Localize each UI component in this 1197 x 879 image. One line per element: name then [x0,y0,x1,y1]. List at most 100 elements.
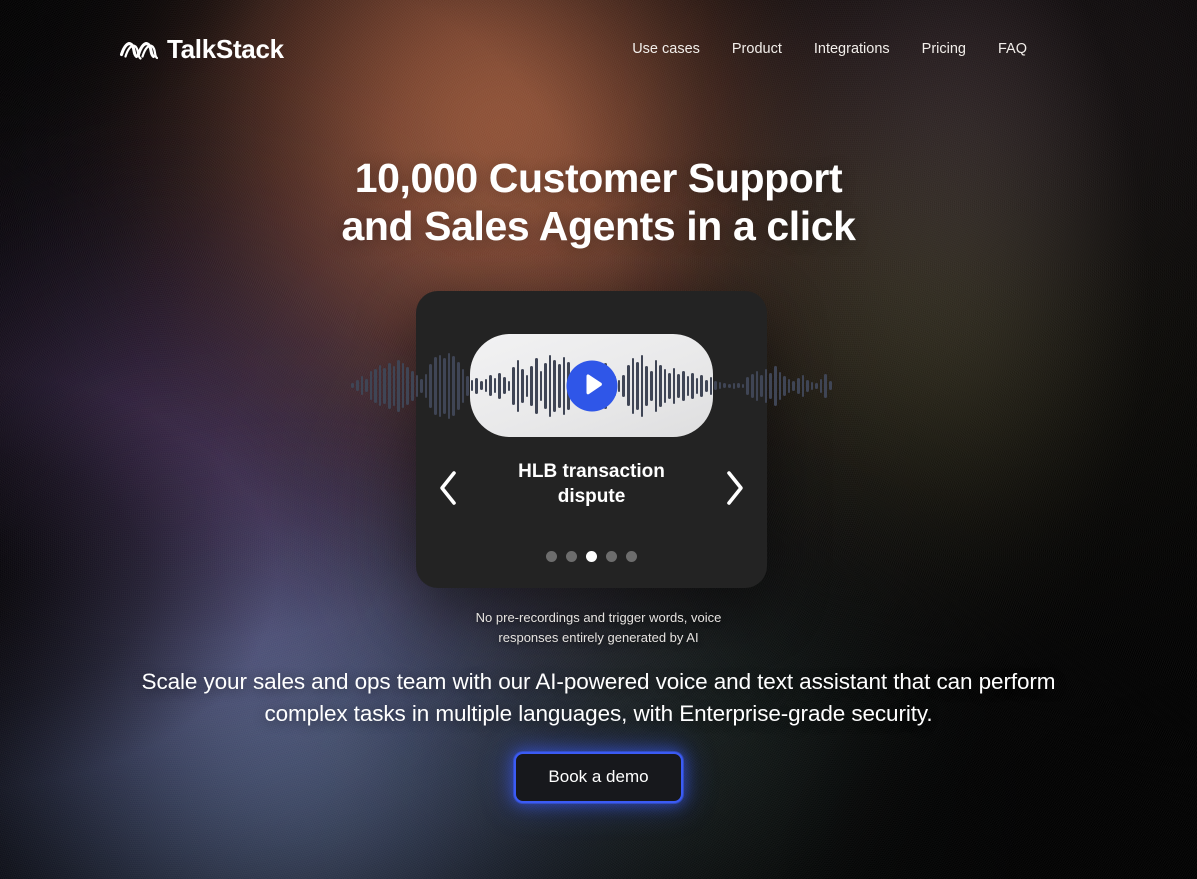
waveform-bar [493,378,497,393]
audio-card-caption-line-2: responses entirely generated by AI [498,629,699,645]
play-button[interactable] [566,360,617,411]
waveform-bar [709,376,713,395]
waveform-bar [695,377,699,394]
waveform-bar [773,365,777,406]
waveform-bar [535,357,538,414]
main-nav: Use cases Product Integrations Pricing F… [632,41,1027,57]
play-icon [580,373,603,398]
waveform-bar [631,357,635,414]
nav-item-use-cases[interactable]: Use cases [632,41,700,57]
waveform-bar [512,366,515,405]
waveform-bar [429,363,433,408]
waveform-bar [355,380,359,391]
audio-sample-title-line-1: HLB transaction [518,461,665,482]
waveform-bar [723,383,727,388]
waveform-bar [553,359,557,412]
waveform-bar [764,368,768,403]
waveform-bar [760,374,763,397]
waveform-bar [411,370,414,401]
double-wave-logo-icon [120,38,158,62]
waveform-bar [525,374,529,397]
waveform-bar [728,383,731,388]
waveform-bar [640,354,644,417]
waveform-bar [378,365,382,406]
carousel-prev-button[interactable] [431,467,465,511]
waveform-bar [484,379,488,392]
waveform-bar [383,367,387,404]
waveform-bar [741,383,745,388]
waveform-bar [489,375,492,396]
book-demo-button[interactable]: Book a demo [514,752,683,803]
waveform-bar [626,365,630,406]
hero-title-line-2: and Sales Agents in a click [341,202,856,249]
waveform-bar [466,375,469,396]
waveform-bar [645,365,648,406]
waveform-bar [746,376,749,395]
brand-name: TalkStack [167,34,284,64]
waveform-bar [392,365,396,406]
waveform-bar [718,382,722,389]
carousel-next-button[interactable] [718,467,752,511]
waveform-bar [507,380,511,391]
waveform-bar [769,372,772,399]
hero-title-line-1: 10,000 Customer Support [354,155,843,201]
waveform-bar [434,356,437,415]
carousel-dot[interactable] [626,551,637,562]
carousel-dot[interactable] [606,551,617,562]
carousel-pagination-dots [416,551,767,562]
hero-subtitle: Scale your sales and ops team with our A… [134,666,1064,730]
waveform-bar [406,366,410,405]
waveform-bar [452,355,455,416]
audio-card-caption-line-1: No pre-recordings and trigger words, voi… [475,610,722,625]
waveform-bar [443,357,446,414]
waveform-bar [750,373,754,398]
audio-sample-title: HLB transaction dispute [474,459,709,509]
hero-subtitle-line-1: Scale your sales and ops team with our A… [141,669,973,694]
waveform-bar [622,374,625,397]
waveform-bar [783,375,786,396]
waveform-bar [539,370,543,401]
waveform-bar [548,354,552,417]
waveform-bar [365,379,368,392]
waveform-bar [374,368,377,403]
waveform-bar [778,371,782,400]
brand-logo-link[interactable]: TalkStack [120,34,284,65]
waveform-bar [401,363,405,408]
waveform-bar [360,376,364,395]
waveform-bar [686,375,690,396]
waveform-bar [470,380,474,391]
waveform-bar [700,374,704,397]
nav-item-product[interactable]: Product [732,41,782,57]
waveform-bar [475,377,478,394]
waveform-bar [544,362,547,409]
carousel-dot-active[interactable] [586,551,597,562]
waveform-bar [351,383,354,388]
nav-item-faq[interactable]: FAQ [998,41,1027,57]
waveform-bar [810,381,814,390]
nav-item-integrations[interactable]: Integrations [814,41,890,57]
waveform-bar [672,367,676,404]
waveform-bar [424,373,428,398]
carousel-dot[interactable] [566,551,577,562]
waveform-bar [502,377,506,394]
audio-waveform-player[interactable] [351,334,832,437]
waveform-bar [787,378,791,393]
waveform-bar [479,381,483,390]
waveform-bar [447,352,451,419]
waveform-bar [659,364,662,407]
waveform-bar [677,373,681,398]
waveform-bar [737,383,740,388]
waveform-bar [530,365,534,406]
waveform-bar [456,361,460,410]
waveform-bar [461,368,465,403]
waveform-bar [397,359,400,412]
waveform-bar [732,382,736,389]
carousel-dot[interactable] [546,551,557,562]
audio-card-caption: No pre-recordings and trigger words, voi… [0,608,1197,648]
nav-item-pricing[interactable]: Pricing [922,41,966,57]
waveform-bar [819,378,823,393]
waveform-bar [663,368,667,403]
waveform-bar [420,378,423,393]
waveform-bar [705,379,708,392]
waveform-bar [636,361,639,410]
